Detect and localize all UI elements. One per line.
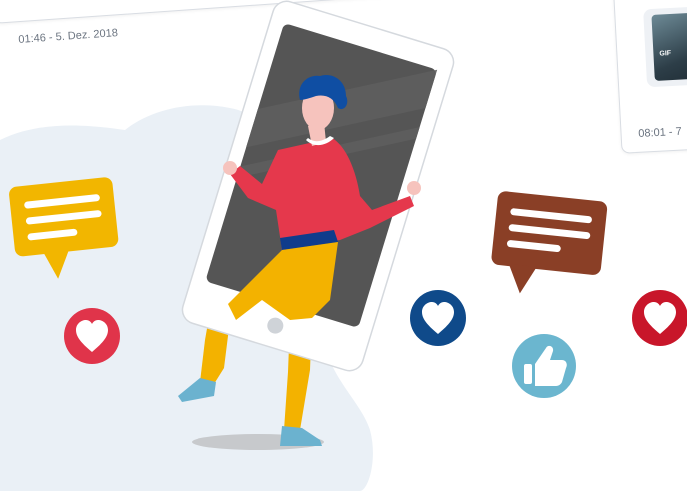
heart-red-left-icon bbox=[64, 308, 120, 364]
chat-bubble-brown-icon bbox=[491, 191, 608, 294]
social-media-illustration bbox=[0, 0, 687, 491]
thumbs-up-icon bbox=[512, 334, 576, 398]
heart-red-right-icon bbox=[632, 290, 687, 346]
heart-blue-icon bbox=[410, 290, 466, 346]
